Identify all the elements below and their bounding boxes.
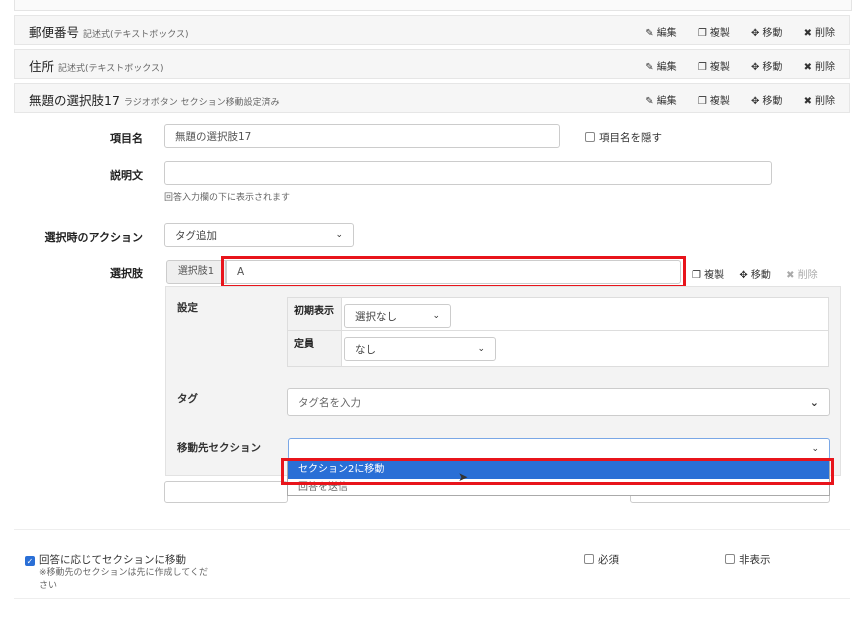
edit-button[interactable]: ✎ 編集 — [645, 96, 676, 107]
hide-name-checkbox[interactable]: 項目名を隠す — [585, 130, 662, 145]
description-label: 説明文 — [110, 169, 143, 182]
choices-label: 選択肢 — [110, 267, 143, 280]
close-icon: ✖ — [803, 96, 812, 107]
move-icon: ✥ — [751, 28, 760, 39]
initial-display-value: 選択なし — [355, 310, 397, 323]
bottom-divider — [14, 598, 850, 599]
field-actions: ✎ 編集 ❐ 複製 ✥ 移動 ✖ 削除 — [627, 58, 835, 73]
chevron-down-icon: ⌄ — [811, 444, 819, 454]
check-icon: ✓ — [25, 556, 35, 566]
hidden-checkbox[interactable]: 非表示 — [725, 552, 771, 567]
action-select[interactable]: タグ追加 ⌄ — [164, 223, 354, 247]
copy-button[interactable]: ❐ 複製 — [692, 270, 724, 281]
move-icon: ✥ — [751, 96, 760, 107]
field-bar-choice[interactable]: 無題の選択肢17 ラジオボタン セクション移動設定済み ✎ 編集 ❐ 複製 ✥ 移動 ✖… — [14, 83, 850, 113]
checkbox-icon — [584, 554, 594, 564]
cursor-icon: ➤ — [458, 470, 469, 484]
chevron-down-icon: ⌄ — [809, 395, 819, 409]
move-icon: ✥ — [751, 62, 760, 73]
description-input[interactable] — [164, 161, 772, 185]
field-actions: ✎ 編集 ❐ 複製 ✥ 移動 ✖ 削除 — [627, 92, 835, 107]
capacity-label: 定員 — [288, 331, 342, 366]
pencil-icon: ✎ — [645, 96, 654, 107]
initial-display-label: 初期表示 — [288, 298, 342, 331]
field-title: 郵便番号 記述式(テキストボックス) — [29, 25, 189, 40]
item-name-input[interactable]: 無題の選択肢17 — [164, 124, 560, 148]
move-note: ※移動先のセクションは先に作成してください — [39, 568, 209, 591]
delete-button[interactable]: ✖ 削除 — [804, 28, 835, 39]
initial-display-select[interactable]: 選択なし ⌄ — [344, 304, 451, 328]
copy-button[interactable]: ❐ 複製 — [698, 62, 730, 73]
copy-icon: ❐ — [697, 96, 707, 107]
copy-button[interactable]: ❐ 複製 — [698, 28, 730, 39]
action-label: 選択時のアクション — [44, 231, 143, 244]
field-bar-address[interactable]: 住所 記述式(テキストボックス) ✎ 編集 ❐ 複製 ✥ 移動 ✖ 削除 — [14, 49, 850, 79]
highlight-box — [221, 256, 686, 288]
copy-icon: ❐ — [692, 270, 701, 281]
tag-label: タグ — [177, 393, 198, 405]
field-actions: ✎ 編集 ❐ 複製 ✥ 移動 ✖ 削除 — [627, 24, 835, 39]
copy-icon: ❐ — [697, 28, 707, 39]
dest-section-select[interactable]: ⌄ — [288, 438, 830, 460]
pencil-icon: ✎ — [645, 62, 654, 73]
checkbox-icon — [585, 132, 595, 142]
chevron-down-icon: ⌄ — [432, 311, 440, 321]
field-bar-postal[interactable]: 郵便番号 記述式(テキストボックス) ✎ 編集 ❐ 複製 ✥ 移動 ✖ 削除 — [14, 15, 850, 45]
delete-button[interactable]: ✖ 削除 — [804, 62, 835, 73]
close-icon: ✖ — [803, 28, 812, 39]
choice-actions: ❐ 複製 ✥ 移動 ✖ 削除 — [692, 266, 818, 281]
tag-placeholder: タグ名を入力 — [298, 396, 361, 409]
copy-button[interactable]: ❐ 複製 — [698, 96, 730, 107]
field-title: 無題の選択肢17 ラジオボタン セクション移動設定済み — [29, 93, 280, 108]
move-icon: ✥ — [739, 270, 748, 281]
move-button[interactable]: ✥ 移動 — [751, 96, 782, 107]
chevron-down-icon: ⌄ — [335, 230, 343, 240]
move-by-answer-checkbox[interactable]: ✓ 回答に応じてセクションに移動 — [25, 552, 186, 567]
tag-select[interactable]: タグ名を入力 ⌄ — [287, 388, 830, 416]
move-button[interactable]: ✥ 移動 — [751, 28, 782, 39]
close-icon: ✖ — [803, 62, 812, 73]
close-icon: ✖ — [786, 270, 795, 281]
capacity-value: なし — [355, 343, 376, 356]
choice-tag: 選択肢1 — [166, 260, 226, 284]
pencil-icon: ✎ — [645, 28, 654, 39]
move-button[interactable]: ✥ 移動 — [739, 270, 771, 281]
description-hint: 回答入力欄の下に表示されます — [164, 193, 291, 203]
section-divider — [14, 529, 850, 530]
required-checkbox[interactable]: 必須 — [584, 552, 619, 567]
field-title: 住所 記述式(テキストボックス) — [29, 59, 164, 74]
highlight-box — [281, 458, 834, 485]
capacity-select[interactable]: なし ⌄ — [344, 337, 496, 361]
checkbox-icon — [725, 554, 735, 564]
copy-icon: ❐ — [697, 62, 707, 73]
edit-button[interactable]: ✎ 編集 — [645, 62, 676, 73]
chevron-down-icon: ⌄ — [477, 344, 485, 354]
edit-button[interactable]: ✎ 編集 — [645, 28, 676, 39]
action-value: タグ追加 — [175, 229, 217, 242]
top-divider — [14, 0, 852, 11]
delete-button[interactable]: ✖ 削除 — [786, 270, 818, 281]
dest-section-label: 移動先セクション — [177, 442, 261, 454]
settings-label: 設定 — [177, 302, 198, 314]
item-name-label: 項目名 — [110, 132, 143, 145]
row-divider — [342, 330, 828, 331]
delete-button[interactable]: ✖ 削除 — [804, 96, 835, 107]
hidden-input-left[interactable] — [164, 481, 288, 503]
move-button[interactable]: ✥ 移動 — [751, 62, 782, 73]
